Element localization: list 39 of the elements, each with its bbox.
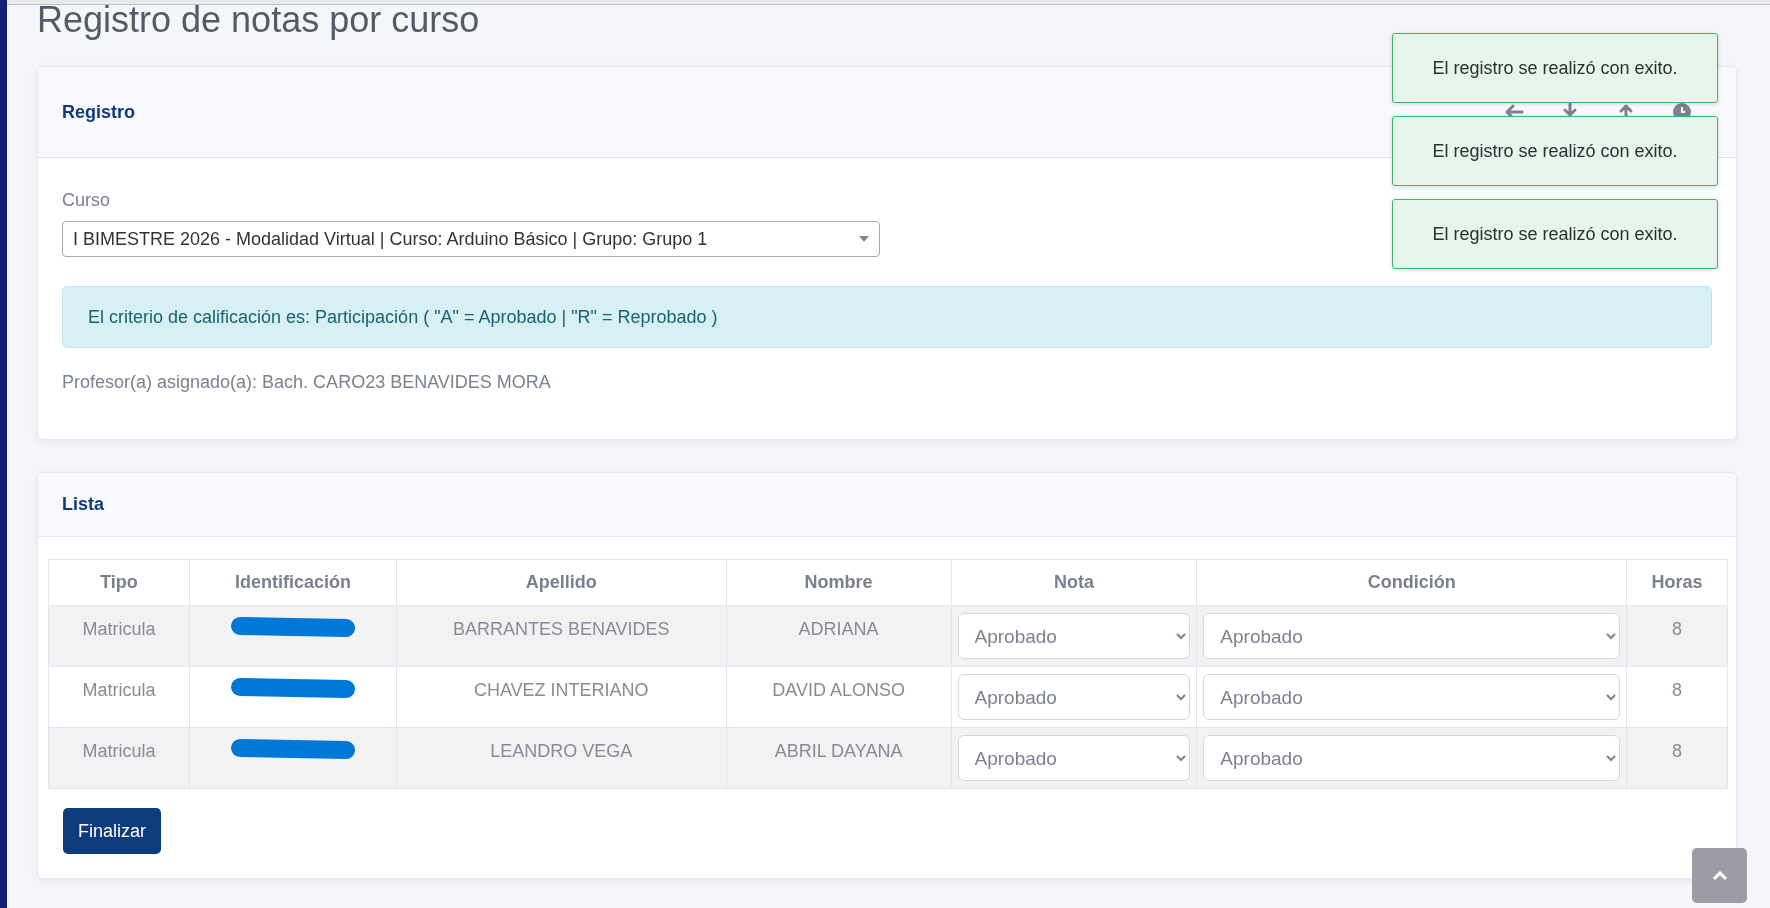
course-select[interactable]: I BIMESTRE 2026 - Modalidad Virtual | Curso: Arduino Básico | Grupo: Grupo 1 (62, 221, 880, 257)
column-header: Nota (951, 559, 1197, 606)
page-title: Registro de notas por curso (37, 0, 481, 42)
card-title: Lista (62, 494, 104, 515)
table-cell: DAVID ALONSO (726, 666, 951, 728)
professor-text: Profesor(a) asignado(a): Bach. CARO23 BENAVIDES MORA (62, 372, 552, 393)
chevron-up-icon (1711, 870, 1728, 881)
table-cell: 8 (1626, 605, 1728, 667)
info-alert: El criterio de calificación es: Participación ( "A" = Aprobado | "R" = Reprobado ) (62, 286, 1712, 348)
column-header: Horas (1626, 559, 1728, 606)
condition-select[interactable]: Aprobado (1203, 674, 1620, 720)
caret-icon (859, 236, 869, 242)
grade-select[interactable]: Aprobado (957, 613, 1191, 659)
column-header: Tipo (48, 559, 190, 606)
table-cell: Matricula (48, 666, 190, 728)
condition-select[interactable]: Aprobado (1203, 735, 1620, 781)
table-cell: ADRIANA (726, 605, 951, 667)
table-cell: Matricula (48, 727, 190, 789)
grade-select[interactable]: Aprobado (957, 674, 1191, 720)
success-toast: El registro se realizó con exito. (1392, 116, 1718, 186)
table-cell: 8 (1626, 727, 1728, 789)
condition-select[interactable]: Aprobado (1203, 613, 1620, 659)
finish-button[interactable]: Finalizar (63, 808, 162, 854)
table-cell: LEANDRO VEGA (396, 727, 727, 789)
column-header: Condición (1196, 559, 1627, 606)
table-cell: 8 (1626, 666, 1728, 728)
table-cell: CHAVEZ INTERIANO (396, 666, 727, 728)
column-header: Identificación (189, 559, 397, 606)
success-toast: El registro se realizó con exito. (1392, 199, 1718, 269)
column-header: Nombre (726, 559, 951, 606)
card-title: Registro (62, 101, 135, 123)
grade-select[interactable]: Aprobado (957, 735, 1191, 781)
column-header: Apellido (396, 559, 727, 606)
table-cell: Matricula (48, 605, 190, 667)
table-cell: BARRANTES BENAVIDES (396, 605, 727, 667)
table-cell: ABRIL DAYANA (726, 727, 951, 789)
scroll-top-button[interactable] (1692, 848, 1747, 903)
success-toast: El registro se realizó con exito. (1392, 33, 1718, 103)
field-label: Curso (62, 190, 111, 211)
